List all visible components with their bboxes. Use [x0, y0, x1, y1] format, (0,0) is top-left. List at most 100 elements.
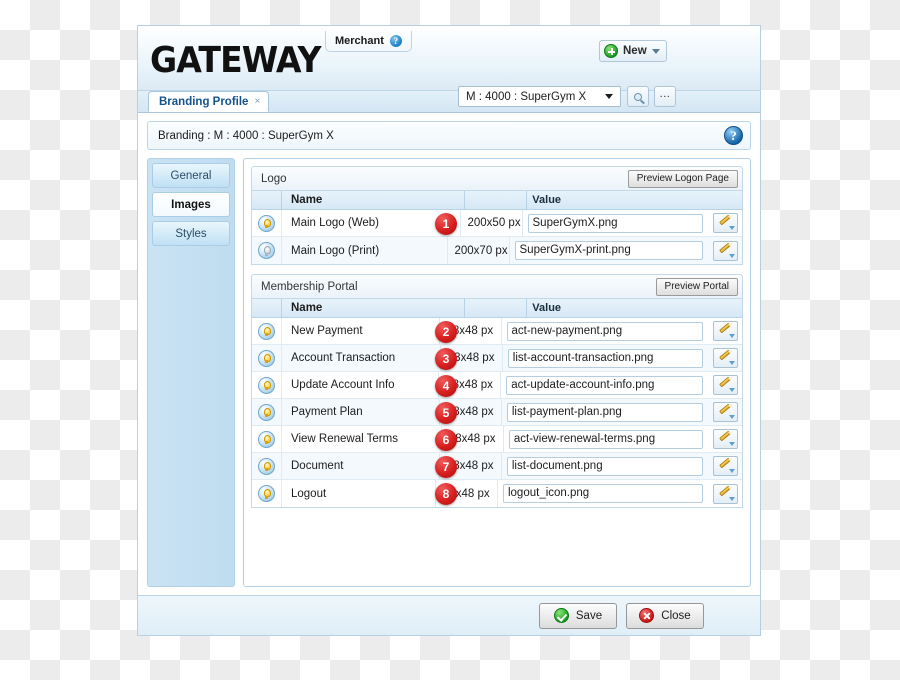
pencil-icon — [718, 349, 731, 361]
search-button[interactable] — [627, 86, 649, 107]
row-status-cell — [252, 426, 282, 452]
row-value-cell: list-document.png — [502, 453, 708, 479]
step-badge: 2 — [435, 321, 457, 343]
chevron-down-icon[interactable] — [728, 226, 735, 230]
row-value-cell: act-update-account-info.png — [501, 372, 708, 398]
edit-button[interactable] — [712, 375, 738, 395]
preview-portal-button[interactable]: Preview Portal — [655, 277, 738, 296]
value-input[interactable]: logout_icon.png — [502, 484, 703, 503]
step-badge: 6 — [435, 429, 457, 451]
chevron-down-icon[interactable] — [651, 48, 660, 54]
row-edit-cell — [708, 348, 742, 368]
table-row[interactable]: Account Transaction 48x48 px list-account-… — [252, 345, 742, 372]
row-value-cell: logout_icon.png — [498, 480, 708, 507]
merchant-tab-label: Merchant — [335, 35, 384, 47]
table-row[interactable]: Logout 48x48 px logout_icon.png 8 — [252, 480, 742, 507]
edit-button[interactable] — [712, 456, 738, 476]
close-icon[interactable]: × — [254, 96, 260, 107]
logo-table: Name Value Main Logo (Web) 200x50 px Sup… — [251, 191, 743, 265]
value-input[interactable]: act-update-account-info.png — [506, 375, 704, 395]
chevron-down-icon[interactable] — [728, 469, 735, 473]
edit-button[interactable] — [712, 240, 738, 261]
merchant-select[interactable]: M : 4000 : SuperGym X — [458, 86, 621, 107]
membership-portal-table: Name Value New Payment 48x48 px act-new-pa… — [251, 299, 743, 508]
top-header: GATEWAY Merchant ? New M : 4000 : SuperG… — [138, 26, 760, 107]
sidebar-item-styles[interactable]: Styles — [152, 221, 230, 246]
row-name: Update Account Info — [282, 372, 440, 398]
lightbulb-icon — [258, 242, 275, 259]
sidebar-item-label: Images — [171, 198, 211, 211]
value-input[interactable]: SuperGymX-print.png — [514, 241, 703, 260]
section-title: Membership Portal — [261, 280, 358, 293]
table-row[interactable]: Main Logo (Print) 200x70 px SuperGymX-pr… — [252, 237, 742, 264]
pencil-icon — [718, 485, 731, 496]
save-button[interactable]: Save — [539, 602, 617, 629]
row-edit-cell — [708, 456, 742, 476]
edit-button[interactable] — [712, 429, 738, 449]
edit-button[interactable] — [712, 213, 738, 233]
row-value-cell: SuperGymX.png — [523, 210, 709, 236]
tab-branding-profile[interactable]: Branding Profile × — [148, 91, 270, 112]
section-header: Membership Portal Preview Portal — [251, 274, 743, 299]
col-name-header: Name — [282, 191, 466, 209]
more-options-button[interactable]: ... — [654, 86, 676, 107]
chevron-down-icon[interactable] — [728, 361, 735, 365]
edit-button[interactable] — [712, 402, 738, 422]
chevron-down-icon[interactable] — [728, 415, 735, 419]
col-icon-header — [252, 299, 282, 317]
edit-button[interactable] — [712, 321, 738, 341]
step-badge: 4 — [435, 375, 457, 397]
section-logo: Logo Preview Logon Page Name Value Main … — [251, 166, 743, 265]
value-input[interactable]: list-document.png — [506, 456, 704, 476]
new-button[interactable]: New — [599, 40, 667, 62]
chevron-down-icon — [605, 94, 613, 99]
sidebar-item-images[interactable]: Images — [152, 192, 230, 217]
preview-logon-page-button[interactable]: Preview Logon Page — [627, 169, 738, 188]
chevron-down-icon[interactable] — [728, 334, 735, 338]
value-input[interactable]: list-payment-plan.png — [506, 402, 703, 422]
merchant-context-tab[interactable]: Merchant ? — [325, 31, 412, 52]
sidebar-item-general[interactable]: General — [152, 163, 230, 188]
row-name: Payment Plan — [282, 399, 440, 425]
value-input[interactable]: SuperGymX.png — [527, 213, 704, 233]
value-input[interactable]: act-new-payment.png — [506, 321, 703, 341]
step-badge: 5 — [435, 402, 457, 424]
table-row[interactable]: Update Account Info 48x48 px act-update-ac… — [252, 372, 742, 399]
value-input[interactable]: list-account-transaction.png — [507, 348, 703, 368]
table-header-row: Name Value — [252, 191, 742, 210]
lightbulb-icon — [258, 376, 275, 394]
step-badge: 3 — [435, 348, 457, 370]
tab-label: Branding Profile — [159, 95, 249, 108]
edit-button[interactable] — [712, 483, 738, 504]
lightbulb-icon — [258, 214, 275, 232]
value-input[interactable]: act-view-renewal-terms.png — [508, 429, 703, 449]
chevron-down-icon[interactable] — [728, 496, 735, 501]
chevron-down-icon[interactable] — [728, 442, 735, 446]
search-icon — [634, 92, 642, 101]
pencil-icon — [718, 242, 731, 253]
table-row[interactable]: View Renewal Terms 48x48 px act-view-renew… — [252, 426, 742, 453]
section-title: Logo — [261, 172, 287, 185]
close-button[interactable]: Close — [626, 602, 704, 629]
help-icon[interactable]: ? — [389, 35, 402, 47]
lightbulb-icon — [258, 485, 275, 502]
row-value-cell: list-payment-plan.png — [502, 399, 708, 425]
row-status-cell — [252, 372, 282, 398]
row-value-cell: act-new-payment.png — [502, 318, 709, 344]
table-row[interactable]: Main Logo (Web) 200x50 px SuperGymX.png — [252, 210, 742, 237]
col-value-header: Value — [532, 194, 562, 206]
table-row[interactable]: Payment Plan 48x48 px list-payment-plan.pn… — [252, 399, 742, 426]
edit-button[interactable] — [712, 348, 738, 368]
lightbulb-icon — [258, 457, 275, 475]
table-row[interactable]: New Payment 48x48 px act-new-payment.png 2 — [252, 318, 742, 345]
chevron-down-icon[interactable] — [728, 253, 735, 258]
row-name: Document — [282, 453, 440, 479]
sidebar-item-label: Styles — [175, 227, 207, 240]
table-row[interactable]: Document 48x48 px list-document.png 7 — [252, 453, 742, 480]
help-icon[interactable]: ? — [724, 126, 743, 145]
row-name: Main Logo (Print) — [282, 237, 448, 264]
pencil-icon — [718, 322, 731, 334]
row-name: Logout — [282, 480, 436, 507]
panes: General Images Styles Logo Preview Logon… — [147, 158, 751, 587]
chevron-down-icon[interactable] — [728, 388, 735, 392]
